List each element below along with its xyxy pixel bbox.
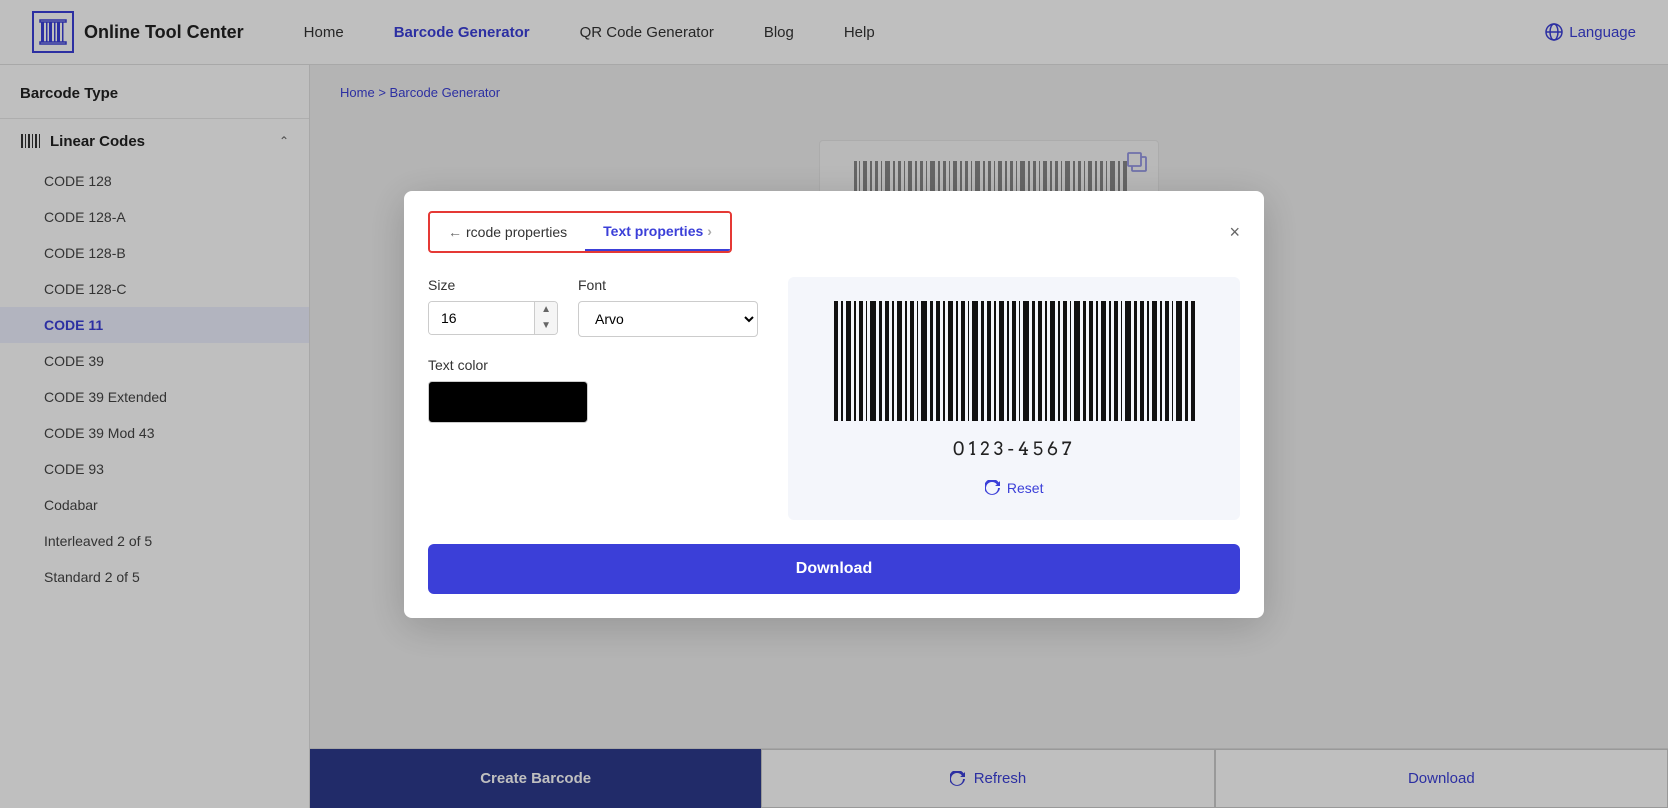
size-decrement-button[interactable]: ▼ <box>535 318 557 334</box>
modal: ← rcode properties Text properties › × S… <box>404 191 1264 618</box>
tab-barcode-label: rcode properties <box>466 224 567 240</box>
modal-right-panel: 0123-4567 Reset <box>788 277 1240 520</box>
barcode-preview: 0123-4567 <box>812 301 1216 460</box>
reset-icon <box>985 480 1001 496</box>
size-label: Size <box>428 277 558 293</box>
modal-barcode-value: 0123-4567 <box>953 439 1076 460</box>
modal-body: Size ▲ ▼ Font Arvo Ari <box>404 253 1264 544</box>
size-input-container: ▲ ▼ <box>428 301 558 335</box>
reset-label: Reset <box>1007 480 1044 496</box>
text-color-label: Text color <box>428 357 764 373</box>
modal-left-panel: Size ▲ ▼ Font Arvo Ari <box>428 277 764 520</box>
size-input[interactable] <box>429 302 534 334</box>
font-group: Font Arvo Arial Times New Roman Courier … <box>578 277 758 337</box>
tab-forward-arrow: › <box>707 223 712 239</box>
modal-footer: Download <box>404 544 1264 618</box>
size-group: Size ▲ ▼ <box>428 277 558 337</box>
tab-text-label: Text properties <box>603 223 703 239</box>
reset-link[interactable]: Reset <box>985 480 1044 496</box>
modal-barcode-svg <box>824 301 1204 431</box>
modal-close-button[interactable]: × <box>1229 223 1240 241</box>
text-color-swatch[interactable] <box>428 381 588 423</box>
size-increment-button[interactable]: ▲ <box>535 302 557 318</box>
font-label: Font <box>578 277 758 293</box>
modal-tabs: ← rcode properties Text properties › <box>428 211 732 253</box>
modal-overlay[interactable]: ← rcode properties Text properties › × S… <box>0 0 1668 808</box>
modal-header: ← rcode properties Text properties › × <box>404 191 1264 253</box>
size-arrow-buttons: ▲ ▼ <box>534 302 557 334</box>
size-font-row: Size ▲ ▼ Font Arvo Ari <box>428 277 764 357</box>
font-select[interactable]: Arvo Arial Times New Roman Courier Georg… <box>578 301 758 337</box>
tab-barcode-properties[interactable]: ← rcode properties <box>430 214 585 250</box>
tab-back-arrow: ← <box>448 224 462 240</box>
text-color-group: Text color <box>428 357 764 423</box>
modal-download-button[interactable]: Download <box>428 544 1240 594</box>
tab-text-properties[interactable]: Text properties › <box>585 213 730 251</box>
